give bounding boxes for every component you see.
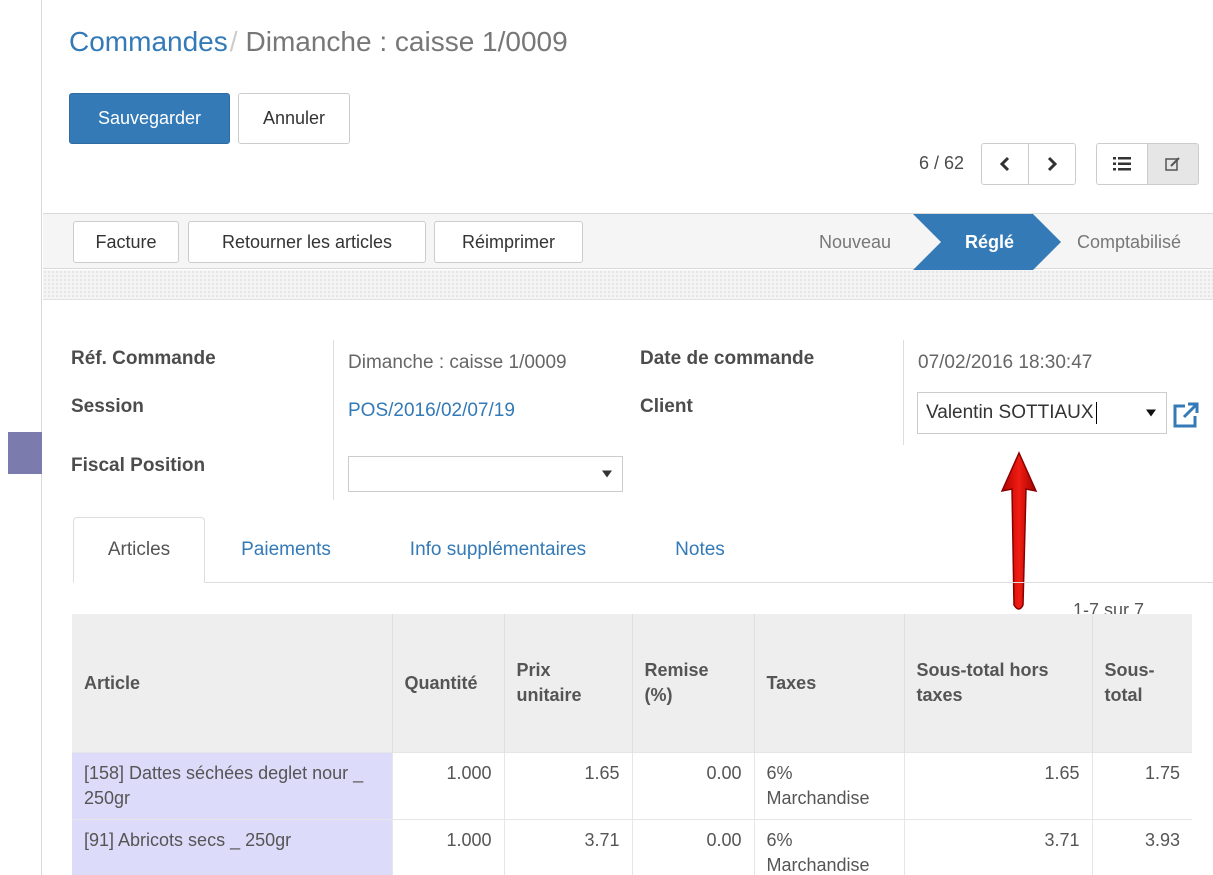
client-label: Client [640,396,693,417]
column-header[interactable]: Sous-total hors taxes [903,614,1092,752]
tab-payments[interactable]: Paiements [219,517,353,583]
return-products-button[interactable]: Retourner les articles [188,221,426,263]
field-separator [333,340,334,500]
external-link-icon[interactable] [1171,400,1201,430]
order-ref-value: Dimanche : caisse 1/0009 [348,352,567,373]
list-view-button[interactable] [1096,143,1148,185]
save-button[interactable]: Sauvegarder [69,93,230,144]
cell-discount[interactable]: 0.00 [631,751,754,820]
cell-discount[interactable]: 0.00 [631,818,754,875]
cell-quantity[interactable]: 1.000 [391,751,504,820]
column-header[interactable]: Sous-total [1091,614,1192,752]
sheet-background-strip [43,270,1213,300]
tab-articles[interactable]: Articles [73,517,205,583]
side-marker [8,432,42,474]
table-row[interactable]: [158] Dattes séchées deglet nour _ 250gr… [72,751,1192,820]
form-statusbar: Facture Retourner les articles Réimprime… [43,213,1213,270]
table-row[interactable]: [91] Abricots secs _ 250gr 1.000 3.71 0.… [72,818,1192,875]
tab-extra-info[interactable]: Info supplémentaires [383,517,613,583]
field-separator [903,340,904,445]
cell-subtotal-excl: 3.71 [903,818,1092,875]
column-header[interactable]: Remise (%) [631,614,754,752]
session-label: Session [71,396,144,417]
tab-notes[interactable]: Notes [655,517,745,583]
client-select[interactable]: Valentin SOTTIAUX [917,392,1167,434]
cell-subtotal-excl: 1.65 [903,751,1092,820]
cell-taxes[interactable]: 6% Marchandise [753,751,904,820]
cell-article[interactable]: [158] Dattes séchées deglet nour _ 250gr [72,751,392,820]
stage-posted[interactable]: Comptabilisé [1077,214,1181,270]
edit-icon [1165,157,1180,171]
pager-previous-button[interactable] [981,143,1029,185]
client-value: Valentin SOTTIAUX [926,402,1094,423]
order-ref-label: Réf. Commande [71,348,216,369]
order-date-value: 07/02/2016 18:30:47 [918,352,1093,373]
pager-value[interactable]: 6 / 62 [919,153,964,174]
fiscal-position-select[interactable] [348,456,623,492]
invoice-button[interactable]: Facture [73,221,179,263]
cell-subtotal: 3.93 [1091,818,1192,875]
column-header[interactable]: Taxes [753,614,904,752]
reprint-button[interactable]: Réimprimer [434,221,583,263]
caret-down-icon [602,470,612,478]
chevron-right-icon [1047,156,1058,172]
breadcrumb-parent-link[interactable]: Commandes [69,26,228,57]
cell-unit-price[interactable]: 3.71 [503,818,632,875]
cell-article[interactable]: [91] Abricots secs _ 250gr [72,818,392,875]
order-lines-table: Article Quantité Prix unitaire Remise (%… [72,614,1192,875]
chevron-left-icon [999,156,1010,172]
annotation-arrow [1000,451,1038,610]
cell-subtotal: 1.75 [1091,751,1192,820]
cell-quantity[interactable]: 1.000 [391,818,504,875]
column-header[interactable]: Prix unitaire [503,614,632,752]
table-header-row: Article Quantité Prix unitaire Remise (%… [72,614,1192,752]
order-date-label: Date de commande [640,348,815,369]
breadcrumb: Commandes/Dimanche : caisse 1/0009 [69,26,568,58]
fiscal-position-label: Fiscal Position [71,455,206,476]
breadcrumb-separator: / [229,26,238,57]
discard-button[interactable]: Annuler [238,93,350,144]
text-cursor [1095,402,1097,424]
pager-next-button[interactable] [1028,143,1076,185]
list-icon [1113,157,1131,171]
form-view-button[interactable] [1147,143,1199,185]
cell-unit-price[interactable]: 1.65 [503,751,632,820]
main-content: Commandes/Dimanche : caisse 1/0009 Sauve… [43,0,1213,875]
column-header[interactable]: Quantité [391,614,504,752]
caret-down-icon [1146,409,1156,417]
cell-taxes[interactable]: 6% Marchandise [753,818,904,875]
breadcrumb-current: Dimanche : caisse 1/0009 [245,26,568,57]
stage-paid[interactable]: Réglé [965,214,1014,270]
session-link[interactable]: POS/2016/02/07/19 [348,400,515,422]
column-header[interactable]: Article [72,614,392,752]
stage-new[interactable]: Nouveau [819,214,891,270]
